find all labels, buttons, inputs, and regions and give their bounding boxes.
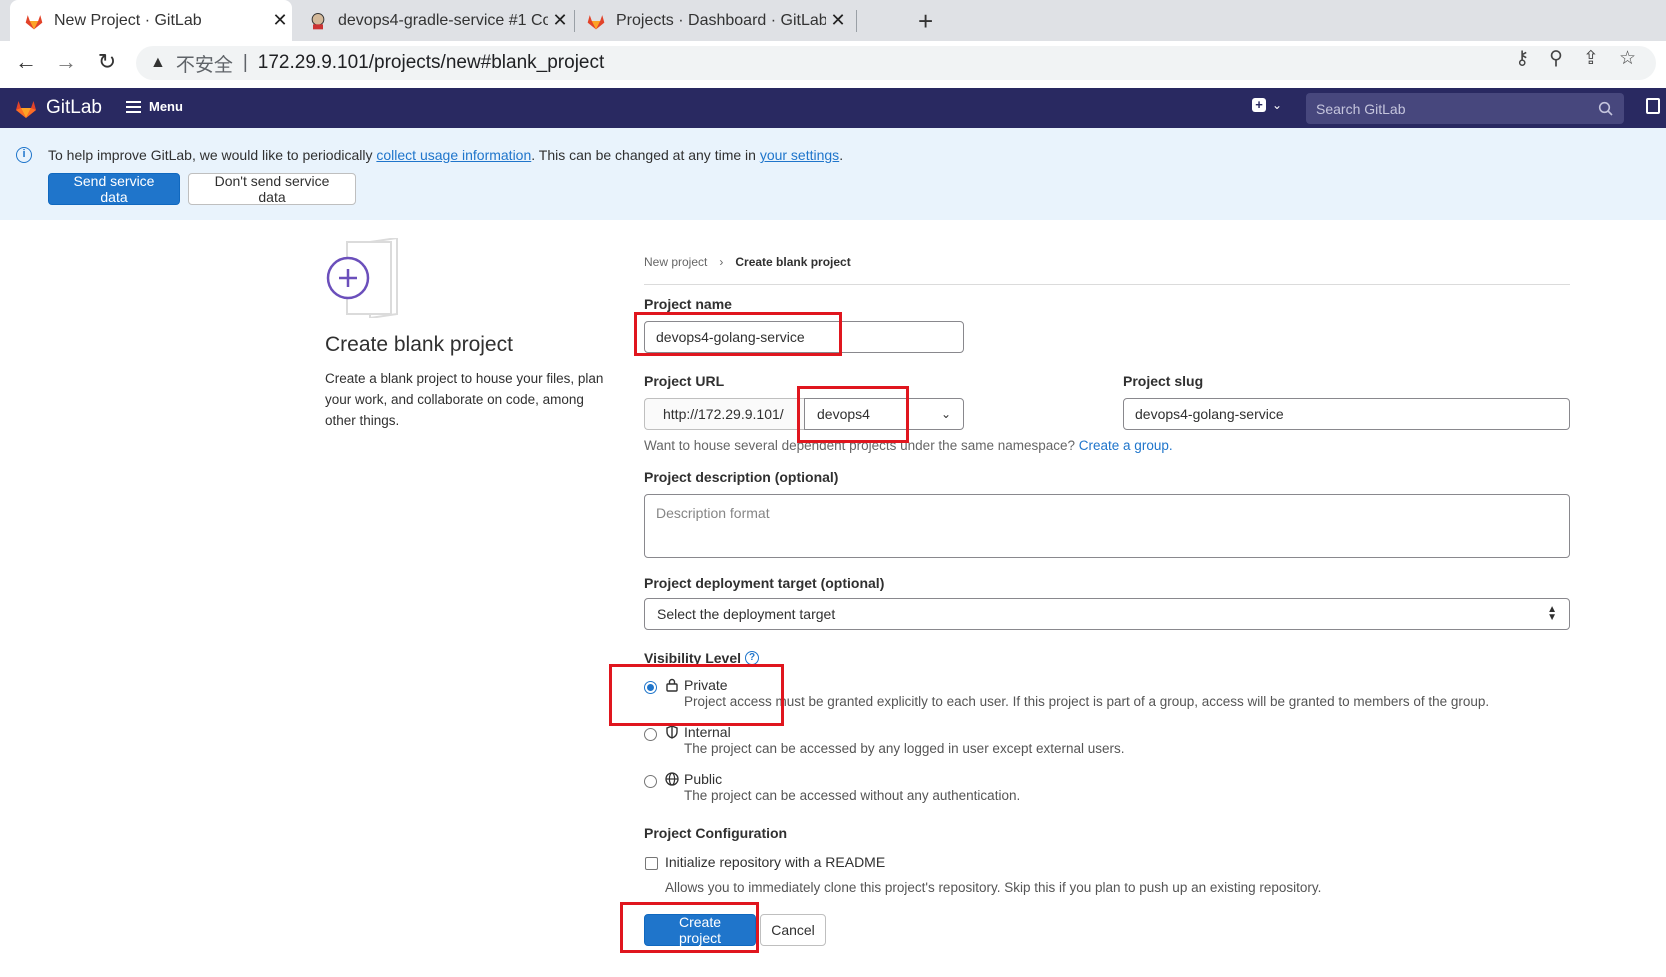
new-tab-button[interactable]: + xyxy=(918,6,933,37)
help-icon[interactable]: ? xyxy=(745,651,760,665)
breadcrumb-current: Create blank project xyxy=(735,255,851,269)
search-icon xyxy=(1598,101,1613,116)
browser-tab-dashboard[interactable]: Projects · Dashboard · GitLab ✕ xyxy=(578,0,850,41)
reload-icon[interactable]: ↻ xyxy=(93,49,121,75)
annotation-box-project-name xyxy=(634,312,842,356)
tab-close-icon[interactable]: ✕ xyxy=(268,10,292,31)
globe-icon xyxy=(665,772,679,786)
tab-title: New Project · GitLab xyxy=(54,11,202,29)
visibility-public-description: The project can be accessed without any … xyxy=(684,788,1021,803)
tab-title: devops4-gradle-service #1 Co xyxy=(338,11,548,29)
warning-icon[interactable]: ▲ xyxy=(150,54,166,72)
address-bar-row: ← → ↻ ▲ 不安全 | 172.29.9.101/projects/new#… xyxy=(0,41,1666,85)
menu-button[interactable]: Menu xyxy=(126,99,183,114)
url-text[interactable]: 172.29.9.101/projects/new#blank_project xyxy=(258,52,604,74)
shield-icon xyxy=(666,725,678,739)
tab-separator xyxy=(574,10,575,32)
breadcrumb-chevron-icon: › xyxy=(719,255,724,269)
gitlab-favicon-icon xyxy=(586,11,606,31)
star-icon[interactable]: ☆ xyxy=(1619,47,1636,70)
chevron-down-icon: ⌄ xyxy=(1272,98,1283,112)
url-input[interactable]: ▲ 不安全 | 172.29.9.101/projects/new#blank_… xyxy=(136,46,1656,80)
breadcrumb-new-project[interactable]: New project xyxy=(644,255,707,269)
chevron-down-icon: ⌄ xyxy=(940,407,951,421)
create-group-link[interactable]: Create a group. xyxy=(1079,438,1173,453)
tab-close-icon[interactable]: ✕ xyxy=(548,10,572,31)
cancel-button[interactable]: Cancel xyxy=(760,914,826,946)
deployment-target-label: Project deployment target (optional) xyxy=(644,575,885,591)
back-icon[interactable]: ← xyxy=(12,49,40,75)
info-icon: i xyxy=(16,147,32,163)
visibility-internal-description: The project can be accessed by any logge… xyxy=(684,741,1125,756)
deployment-target-value: Select the deployment target xyxy=(657,606,836,622)
security-label[interactable]: 不安全 xyxy=(176,50,233,77)
share-icon[interactable]: ⇪ xyxy=(1583,47,1599,70)
divider xyxy=(644,284,1570,285)
page-description: Create a blank project to house your fil… xyxy=(325,371,604,428)
usage-ping-banner: i To help improve GitLab, we would like … xyxy=(0,128,1666,220)
annotation-box-create xyxy=(620,902,759,953)
select-arrows-icon: ▲ ▼ xyxy=(1547,604,1557,623)
hamburger-icon xyxy=(126,100,141,113)
brand-name: GitLab xyxy=(46,97,102,118)
browser-tab-jenkins[interactable]: devops4-gradle-service #1 Co ✕ xyxy=(296,0,572,41)
tab-separator xyxy=(856,10,857,32)
browser-tab-strip: New Project · GitLab ✕ devops4-gradle-se… xyxy=(0,0,1666,41)
omnibox-actions: ⚷ ⚲ ⇪ ☆ xyxy=(1515,47,1636,70)
page-title: Create blank project xyxy=(325,333,513,356)
gitlab-logo-icon xyxy=(16,101,36,118)
gitlab-navbar: GitLab Menu + ⌄ Search GitLab xyxy=(0,88,1666,128)
project-name-label: Project name xyxy=(644,296,732,312)
collect-usage-link[interactable]: collect usage information xyxy=(376,147,531,163)
readme-checkbox[interactable] xyxy=(645,857,658,870)
url-divider: | xyxy=(242,52,248,73)
project-url-label: Project URL xyxy=(644,373,725,389)
visibility-public-option[interactable]: Public xyxy=(665,771,722,787)
banner-message: To help improve GitLab, we would like to… xyxy=(48,147,844,163)
tab-close-icon[interactable]: ✕ xyxy=(826,10,850,31)
project-description-textarea[interactable]: Description format xyxy=(644,494,1570,558)
search-placeholder: Search GitLab xyxy=(1316,100,1406,117)
visibility-internal-radio[interactable] xyxy=(644,728,657,741)
tab-title: Projects · Dashboard · GitLab xyxy=(616,11,826,29)
dont-send-service-data-button[interactable]: Don't send service data xyxy=(188,173,356,205)
visibility-public-radio[interactable] xyxy=(644,775,657,788)
plus-square-icon: + xyxy=(1252,98,1266,112)
forward-icon[interactable]: → xyxy=(52,49,80,75)
menu-label: Menu xyxy=(149,99,183,114)
deployment-target-select[interactable]: Select the deployment target ▲ ▼ xyxy=(644,598,1570,630)
key-icon[interactable]: ⚷ xyxy=(1515,47,1529,70)
project-url-prefix: http://172.29.9.101/ xyxy=(644,398,804,430)
visibility-internal-option[interactable]: Internal xyxy=(665,724,731,740)
browser-tab-new-project[interactable]: New Project · GitLab ✕ xyxy=(10,0,292,41)
project-slug-label: Project slug xyxy=(1123,373,1204,389)
annotation-box-private xyxy=(609,664,784,726)
gitlab-home-link[interactable]: GitLab xyxy=(14,96,102,120)
project-configuration-label: Project Configuration xyxy=(644,825,788,841)
blank-project-illustration xyxy=(325,236,407,320)
readme-label[interactable]: Initialize repository with a README xyxy=(665,854,885,870)
visibility-private-description: Project access must be granted explicitl… xyxy=(684,694,1490,709)
new-dropdown-button[interactable]: + ⌄ xyxy=(1252,98,1282,112)
send-service-data-button[interactable]: Send service data xyxy=(48,173,180,205)
project-description-label: Project description (optional) xyxy=(644,469,839,485)
project-slug-input[interactable]: devops4-golang-service xyxy=(1123,398,1570,430)
your-settings-link[interactable]: your settings xyxy=(760,147,839,163)
issues-icon[interactable] xyxy=(1646,98,1660,114)
readme-help-text: Allows you to immediately clone this pro… xyxy=(665,880,1322,895)
jenkins-favicon-icon xyxy=(308,11,328,31)
zoom-icon[interactable]: ⚲ xyxy=(1549,47,1563,70)
gitlab-favicon-icon xyxy=(24,11,44,31)
annotation-box-namespace xyxy=(797,386,909,443)
search-input[interactable]: Search GitLab xyxy=(1306,93,1624,124)
breadcrumb: New project › Create blank project xyxy=(644,255,851,269)
